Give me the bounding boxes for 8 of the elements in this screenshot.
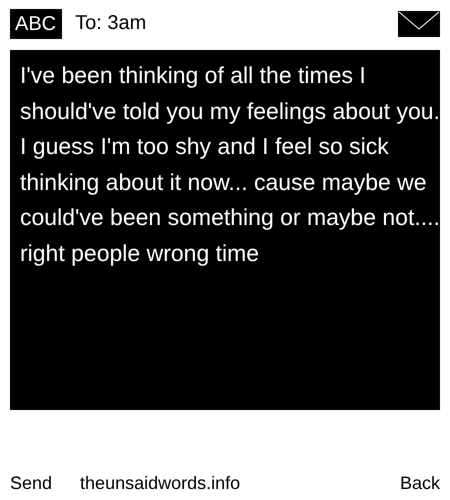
envelope-icon <box>398 10 440 36</box>
recipient-label: To: 3am <box>75 12 148 35</box>
input-mode-badge: ABC <box>10 8 62 38</box>
website-label: theunsaidwords.info <box>80 473 242 494</box>
back-softkey[interactable]: Back <box>400 473 440 494</box>
message-area[interactable] <box>10 50 440 410</box>
message-text: I've been thinking of all the times I should've told you my feelings about you. I guess I'm too shy and I feel so sick thinking about it now... cause maybe we could've been something or maybe not.... right people wrong time <box>20 61 440 268</box>
send-softkey[interactable]: Send <box>10 473 52 494</box>
